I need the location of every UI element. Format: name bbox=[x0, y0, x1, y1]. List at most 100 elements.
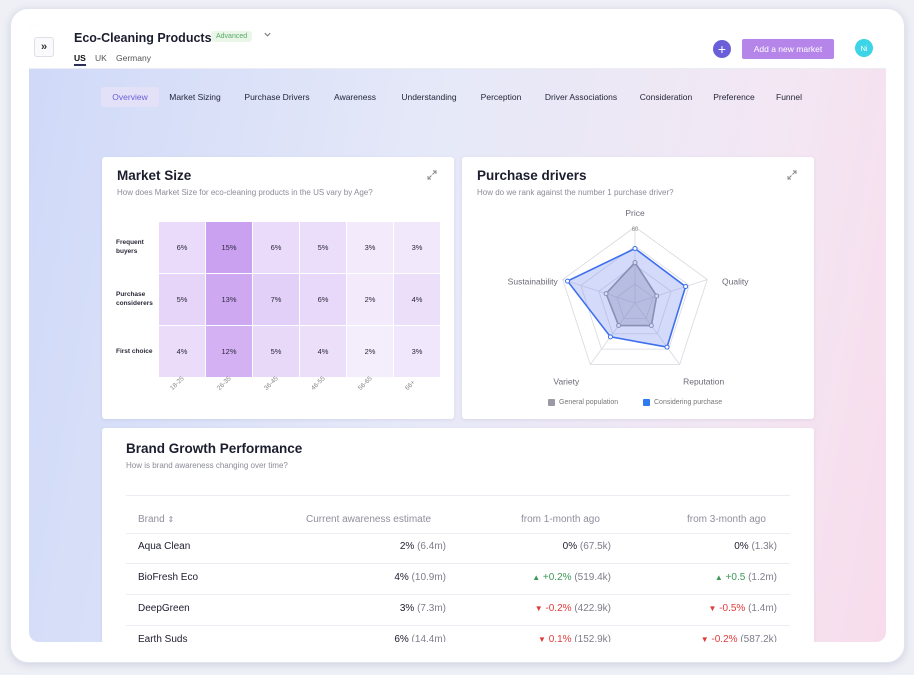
avatar[interactable]: Ni bbox=[855, 39, 873, 57]
expand-icon[interactable] bbox=[427, 170, 437, 183]
heatmap-column-label: 66+ bbox=[404, 379, 417, 392]
tab-perception[interactable]: Perception bbox=[473, 87, 529, 107]
three-month-cell: ▼ -0.5% (1.4m) bbox=[627, 603, 777, 614]
current-value: 6% bbox=[394, 634, 409, 642]
heatmap-cell: 3% bbox=[394, 326, 441, 378]
market-size-subtitle: How does Market Size for eco-cleaning pr… bbox=[117, 188, 373, 197]
brand-name: Earth Suds bbox=[138, 634, 188, 642]
tab-consideration[interactable]: Consideration bbox=[633, 87, 699, 107]
one-month-abs: (519.4k) bbox=[574, 572, 611, 583]
tab-funnel[interactable]: Funnel bbox=[769, 87, 809, 107]
arrow-down-icon: ▼ bbox=[534, 604, 543, 613]
tab-awareness[interactable]: Awareness bbox=[327, 87, 383, 107]
current-awareness-cell: 2% (6.4m) bbox=[296, 541, 446, 552]
heatmap-cell: 5% bbox=[253, 326, 300, 378]
heatmap-cell: 13% bbox=[206, 274, 253, 326]
market-size-title: Market Size bbox=[117, 168, 192, 183]
heatmap-row-label: Purchase considerers bbox=[116, 291, 153, 307]
radar-axis-label: Quality bbox=[722, 277, 749, 287]
divider bbox=[126, 495, 790, 496]
divider bbox=[126, 533, 790, 534]
heatmap-cell: 2% bbox=[347, 326, 394, 378]
heatmap-cell: 4% bbox=[394, 274, 441, 326]
heatmap-cell: 12% bbox=[206, 326, 253, 378]
market-size-card: Market Size How does Market Size for eco… bbox=[102, 157, 454, 419]
current-awareness-header: Current awareness estimate bbox=[306, 514, 432, 525]
expand-sidebar-button[interactable]: » bbox=[34, 37, 54, 57]
brand-growth-subtitle: How is brand awareness changing over tim… bbox=[126, 461, 288, 470]
brand-name: Aqua Clean bbox=[138, 541, 191, 552]
three-month-cell: ▼ -0.2% (587.2k) bbox=[627, 634, 777, 642]
tab-purchase-drivers[interactable]: Purchase Drivers bbox=[239, 87, 315, 107]
divider bbox=[126, 625, 790, 626]
one-month-abs: (67.5k) bbox=[579, 541, 611, 552]
market-tab-uk[interactable]: UK bbox=[95, 53, 107, 63]
heatmap-cell: 4% bbox=[159, 326, 206, 378]
radar-scale-label: 60 bbox=[632, 227, 639, 233]
tab-driver-associations[interactable]: Driver Associations bbox=[537, 87, 625, 107]
advanced-badge: Advanced bbox=[211, 31, 253, 42]
legend-item: General population bbox=[548, 399, 618, 406]
heatmap-cell: 4% bbox=[300, 326, 347, 378]
tab-market-sizing[interactable]: Market Sizing bbox=[163, 87, 227, 107]
heatmap-cell: 3% bbox=[394, 222, 441, 274]
arrow-down-icon: ▼ bbox=[708, 604, 717, 613]
three-month-abs: (587.2k) bbox=[740, 634, 777, 642]
window-frame: » Eco-Cleaning Products Advanced US UK G… bbox=[10, 8, 905, 663]
radar-axis-label: Reputation bbox=[683, 376, 724, 386]
top-bar: » Eco-Cleaning Products Advanced US UK G… bbox=[29, 25, 886, 69]
legend-label: General population bbox=[559, 399, 619, 406]
three-month-abs: (1.3k) bbox=[751, 541, 777, 552]
legend-label: Considering purchase bbox=[654, 399, 723, 406]
arrow-down-icon: ▼ bbox=[538, 635, 546, 642]
current-abs: (6.4m) bbox=[417, 541, 446, 552]
legend-swatch bbox=[643, 399, 650, 406]
one-month-change: -0.2% bbox=[545, 603, 572, 614]
radar-chart: Price Quality Reputation Variety Sustainabil… bbox=[508, 208, 750, 386]
brand-growth-title: Brand Growth Performance bbox=[126, 441, 303, 456]
three-month-abs: (1.2m) bbox=[748, 572, 777, 583]
one-month-change: 0% bbox=[562, 541, 578, 552]
brand-column-header[interactable]: Brand ⇕ bbox=[138, 514, 174, 525]
current-awareness-cell: 4% (10.9m) bbox=[296, 572, 446, 583]
tab-overview[interactable]: Overview bbox=[101, 87, 159, 107]
three-month-header: from 3-month ago bbox=[687, 514, 766, 525]
table-row: DeepGreen bbox=[138, 603, 190, 614]
chevron-down-icon[interactable] bbox=[263, 30, 272, 41]
one-month-cell: ▼ -0.2% (422.9k) bbox=[461, 603, 611, 614]
add-market-button[interactable]: Add a new market bbox=[742, 39, 834, 59]
plus-icon[interactable]: + bbox=[713, 40, 731, 58]
current-awareness-cell: 3% (7.3m) bbox=[296, 603, 446, 614]
purchase-drivers-card: Purchase drivers How do we rank against … bbox=[462, 157, 814, 419]
three-month-abs: (1.4m) bbox=[748, 603, 777, 614]
three-month-cell: ▲ +0.5 (1.2m) bbox=[627, 572, 777, 583]
heatmap-cell: 6% bbox=[253, 222, 300, 274]
market-tab-germany[interactable]: Germany bbox=[116, 53, 151, 63]
table-row: Earth Suds bbox=[138, 634, 187, 642]
radar-point bbox=[565, 278, 571, 284]
heatmap-cell: 3% bbox=[347, 222, 394, 274]
three-month-change: 0% bbox=[734, 541, 749, 552]
tab-understanding[interactable]: Understanding bbox=[393, 87, 465, 107]
radar-point bbox=[683, 284, 689, 290]
heatmap-cell: 5% bbox=[300, 222, 347, 274]
table-row: Aqua Clean bbox=[138, 541, 190, 552]
three-month-change: +0.5 bbox=[725, 572, 746, 583]
current-abs: (10.9m) bbox=[411, 572, 446, 583]
current-value: 4% bbox=[394, 572, 409, 583]
market-tab-us[interactable]: US bbox=[74, 53, 86, 66]
one-month-cell: 0% (67.5k) bbox=[461, 541, 611, 552]
three-month-change: -0.2% bbox=[711, 634, 738, 642]
one-month-cell: ▲ +0.2% (519.4k) bbox=[461, 572, 611, 583]
three-month-change: -0.5% bbox=[719, 603, 746, 614]
radar-point bbox=[632, 246, 638, 252]
table-row: BioFresh Eco bbox=[138, 572, 198, 583]
tab-preference[interactable]: Preference bbox=[707, 87, 761, 107]
one-month-header: from 1-month ago bbox=[521, 514, 600, 525]
brand-growth-card: Brand Growth Performance How is brand aw… bbox=[102, 428, 814, 642]
sort-icon[interactable]: ⇕ bbox=[167, 515, 174, 524]
heatmap-row-label: Frequent buyers bbox=[116, 239, 144, 255]
heatmap-row-label: First choice bbox=[116, 348, 153, 355]
current-value: 3% bbox=[399, 603, 415, 614]
heatmap-cell: 5% bbox=[159, 274, 206, 326]
